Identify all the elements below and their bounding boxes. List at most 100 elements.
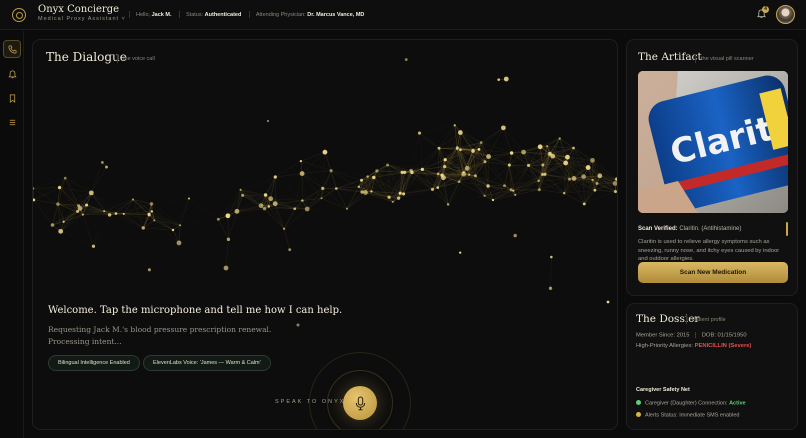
particle [437, 146, 441, 150]
particle [85, 203, 89, 207]
particle [436, 186, 440, 189]
particle [537, 144, 543, 150]
phone-icon [8, 45, 16, 53]
particle [443, 158, 447, 162]
particle [459, 251, 462, 254]
request-status: Requesting Jack M.'s blood pressure pres… [48, 324, 271, 348]
scan-verified: Scan Verified: Claritin. (Antihistamine) [638, 226, 741, 232]
particle [436, 172, 440, 176]
particle [223, 265, 229, 271]
particle [366, 175, 369, 178]
particle [514, 193, 517, 196]
brand: Onyx Concierge Medical Proxy Assistant ˅ [38, 4, 126, 23]
sidebar-item-call[interactable] [3, 40, 21, 58]
sidebar [0, 31, 24, 438]
sidebar-item-bookmarks[interactable] [3, 89, 21, 107]
particle [147, 212, 151, 216]
particle [372, 175, 376, 180]
user-name: Jack M. [151, 11, 172, 18]
particle [455, 147, 458, 150]
alert-dot-icon [636, 412, 641, 417]
particle [122, 212, 125, 215]
scan-new-medication-button[interactable]: Scan New Medication [638, 262, 788, 283]
particle [410, 170, 414, 175]
avatar[interactable] [776, 5, 795, 24]
particle [572, 146, 575, 150]
scroll-indicator[interactable] [786, 222, 788, 236]
particle [593, 188, 597, 192]
particle [479, 141, 483, 144]
allergies: High-Priority Allergies: PENICILLIN (Sev… [636, 343, 751, 349]
particle [63, 176, 67, 180]
particle [521, 149, 526, 155]
particle [441, 175, 446, 181]
particle [258, 203, 264, 209]
particle [76, 209, 80, 213]
particle [387, 195, 391, 199]
particle [77, 206, 83, 211]
particle [100, 160, 104, 164]
particle [363, 190, 368, 195]
status-dot-icon [636, 400, 641, 405]
physician-label: Attending Physician: [255, 11, 306, 18]
artifact-subtitle: the visual pill scanner [701, 56, 754, 62]
caregiver-connection: Caregiver (Daughter) Connection: Active [636, 400, 746, 407]
particle [497, 78, 501, 81]
particle [591, 178, 594, 182]
particle [288, 248, 292, 252]
particle [558, 137, 561, 140]
date-of-birth: DOB: 01/15/1950 [701, 332, 747, 339]
particle [81, 213, 84, 216]
particle [606, 300, 610, 304]
particle [595, 181, 599, 185]
notification-badge: 4 [762, 6, 769, 13]
particle [357, 185, 361, 188]
particle [301, 199, 304, 202]
particle [272, 201, 278, 207]
microphone-button[interactable] [343, 386, 377, 420]
particle [582, 202, 586, 206]
request-line: Requesting Jack M.'s blood pressure pres… [48, 325, 272, 334]
particle [613, 190, 617, 194]
caregiver-status: Active [729, 400, 746, 407]
particle [329, 169, 333, 173]
logo-icon [12, 8, 26, 22]
particle [430, 187, 435, 191]
sidebar-item-notifications[interactable] [3, 65, 21, 83]
particle [540, 172, 545, 177]
particle [567, 177, 572, 181]
bell-icon [7, 70, 17, 78]
particle [360, 178, 364, 182]
particle [462, 171, 465, 174]
speak-label: SPEAK TO ONYX [275, 399, 346, 405]
particle [491, 198, 495, 202]
sidebar-item-menu[interactable] [3, 113, 21, 131]
particle [483, 160, 487, 164]
particle [400, 170, 404, 175]
particle [320, 197, 323, 200]
brand-subtitle[interactable]: Medical Proxy Assistant ˅ [38, 15, 126, 23]
particle [266, 119, 270, 123]
particle [457, 180, 461, 184]
artifact-panel: The Artifact the visual pill scanner Cla… [626, 39, 798, 296]
particle [91, 244, 96, 248]
particle [299, 159, 302, 163]
patient-info: Member Since: 2015 DOB: 01/15/1950 [636, 332, 747, 339]
particle [550, 153, 556, 159]
particle [526, 163, 531, 167]
particle [107, 213, 112, 217]
particle [58, 228, 64, 234]
dossier-panel: The Dossier Patient profile Member Since… [626, 303, 798, 430]
particle [391, 200, 394, 203]
top-bar: Onyx Concierge Medical Proxy Assistant ˅… [0, 0, 806, 30]
member-since: Member Since: 2015 [636, 332, 690, 339]
particle [459, 148, 462, 152]
particle [386, 163, 390, 167]
particle [268, 196, 274, 202]
particle [457, 130, 463, 135]
particle [446, 203, 450, 206]
particle [147, 268, 151, 272]
caregiver-label: Caregiver (Daughter) Connection: [645, 400, 728, 407]
particle [299, 171, 305, 176]
particle [509, 151, 514, 155]
